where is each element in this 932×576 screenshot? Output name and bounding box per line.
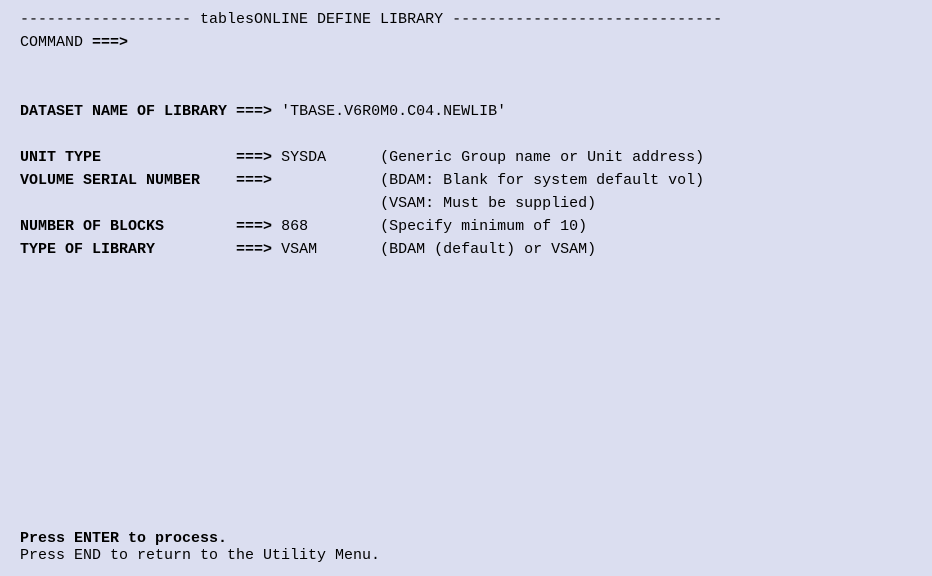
arrow-icon: ===> — [236, 218, 272, 235]
dataset-name-label: DATASET NAME OF LIBRARY — [20, 103, 236, 120]
number-of-blocks-input[interactable]: 868 — [272, 218, 380, 235]
terminal-screen: ------------------- tablesONLINE DEFINE … — [0, 0, 932, 269]
command-line[interactable]: COMMAND ===> — [20, 31, 912, 54]
dataset-name-input[interactable]: 'TBASE.V6R0M0.C04.NEWLIB' — [272, 103, 506, 120]
indent — [20, 195, 281, 212]
type-of-library-label: TYPE OF LIBRARY — [20, 241, 236, 258]
type-of-library-hint: (BDAM (default) or VSAM) — [380, 241, 596, 258]
number-of-blocks-label: NUMBER OF BLOCKS — [20, 218, 236, 235]
type-of-library-row[interactable]: TYPE OF LIBRARY ===> VSAM (BDAM (default… — [20, 238, 912, 261]
end-instruction: Press END to return to the Utility Menu. — [20, 547, 380, 564]
volume-serial-label: VOLUME SERIAL NUMBER — [20, 172, 236, 189]
volume-serial-hint2-row: (VSAM: Must be supplied) — [20, 192, 912, 215]
unit-type-hint: (Generic Group name or Unit address) — [380, 149, 704, 166]
arrow-icon: ===> — [236, 103, 272, 120]
volume-serial-hint2 — [317, 195, 380, 212]
dataset-name-row[interactable]: DATASET NAME OF LIBRARY ===> 'TBASE.V6R0… — [20, 100, 912, 123]
volume-serial-hint: (BDAM: Blank for system default vol) — [380, 172, 704, 189]
arrow-placeholder — [281, 195, 317, 212]
command-label: COMMAND — [20, 34, 92, 51]
enter-instruction: Press ENTER to process. — [20, 530, 380, 547]
footer: Press ENTER to process. Press END to ret… — [20, 530, 380, 564]
volume-serial-hint2-text: (VSAM: Must be supplied) — [380, 195, 596, 212]
arrow-icon: ===> — [236, 241, 272, 258]
volume-serial-input[interactable] — [272, 172, 380, 189]
type-of-library-input[interactable]: VSAM — [272, 241, 380, 258]
arrow-icon: ===> — [236, 172, 272, 189]
arrow-icon: ===> — [236, 149, 272, 166]
unit-type-input[interactable]: SYSDA — [272, 149, 380, 166]
command-arrow: ===> — [92, 34, 128, 51]
number-of-blocks-hint: (Specify minimum of 10) — [380, 218, 587, 235]
number-of-blocks-row[interactable]: NUMBER OF BLOCKS ===> 868 (Specify minim… — [20, 215, 912, 238]
unit-type-label: UNIT TYPE — [20, 149, 236, 166]
title-bar: ------------------- tablesONLINE DEFINE … — [20, 8, 912, 31]
unit-type-row[interactable]: UNIT TYPE ===> SYSDA (Generic Group name… — [20, 146, 912, 169]
volume-serial-row[interactable]: VOLUME SERIAL NUMBER ===> (BDAM: Blank f… — [20, 169, 912, 192]
